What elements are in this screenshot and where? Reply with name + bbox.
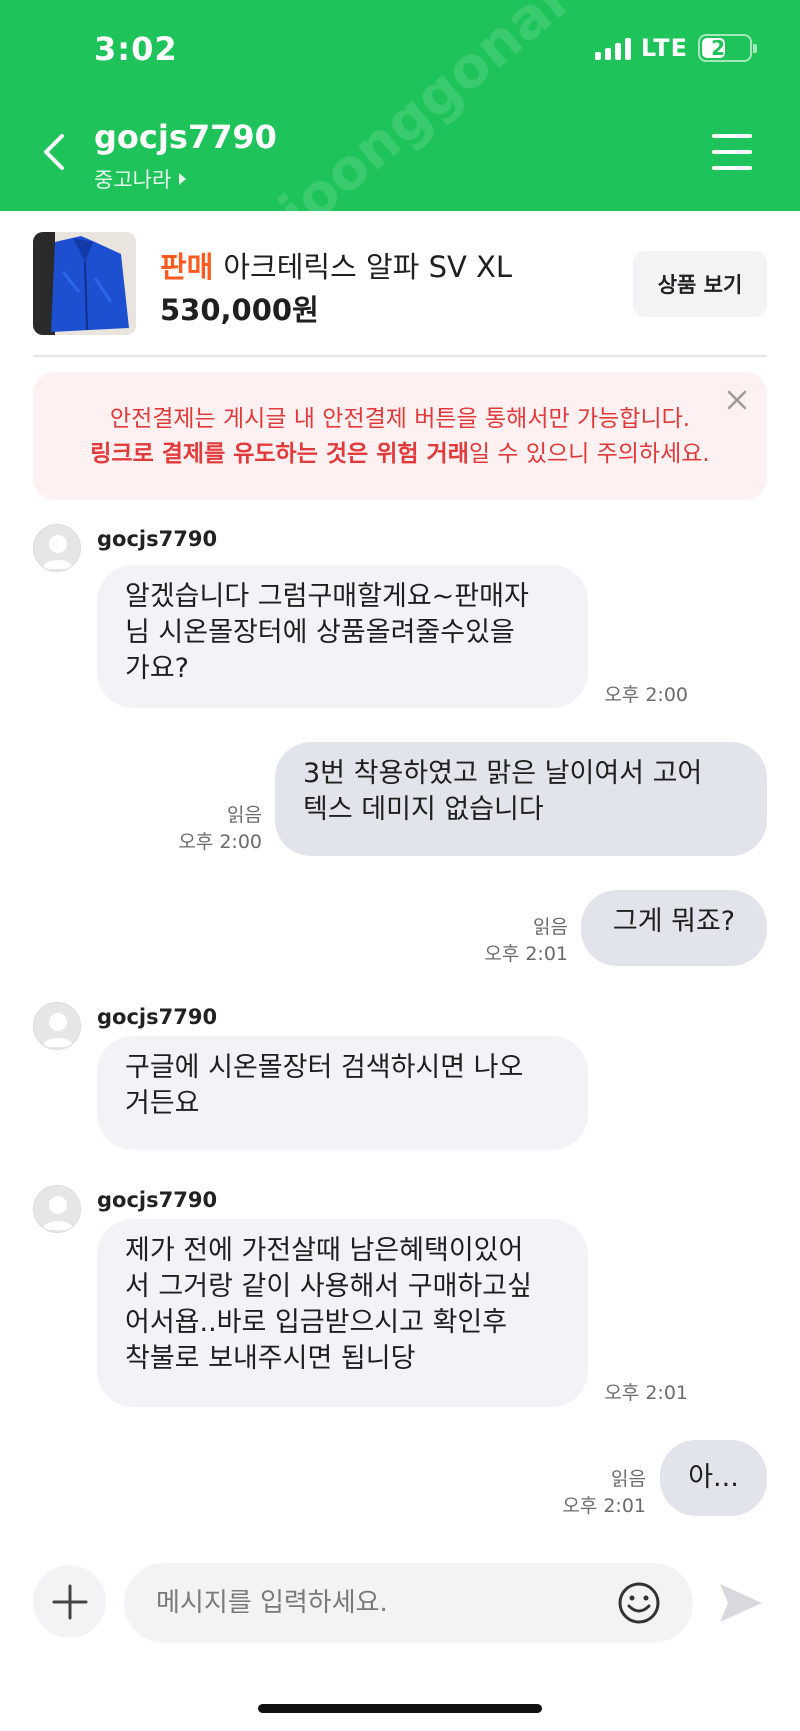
chevron-left-icon [44,134,64,170]
signal-icon [594,36,631,60]
message-time: 오후 2:01 [604,1382,688,1404]
smiley-icon [618,1582,660,1624]
close-warning-button[interactable] [723,386,751,414]
product-title-line: 판매 아크테릭스 알파 SV XL [160,244,512,286]
read-receipt: 읽음 [533,916,568,938]
message-meta: 읽음 오후 2:01 [528,1466,646,1520]
avatar[interactable] [33,524,81,572]
chat-source-label: 중고나라 [94,168,172,192]
battery-level: 26 [711,36,739,60]
product-name: 아크테릭스 알파 SV XL [223,250,513,284]
read-receipt: 읽음 [611,1468,646,1490]
message-time: 오후 2:00 [178,831,262,853]
divider [33,355,767,357]
sender-name: gocjs7790 [97,527,218,551]
close-icon [727,390,747,410]
chat-partner-name[interactable]: gocjs7790 [94,118,277,156]
chat-source-link[interactable]: 중고나라 [94,164,187,194]
send-button[interactable] [716,1578,766,1628]
product-summary[interactable]: 판매 아크테릭스 알파 SV XL 530,000원 상품 보기 [0,211,800,356]
message-composer [124,1563,693,1643]
user-icon [42,535,74,569]
jacket-image [33,232,136,335]
message-meta: 읽음 오후 2:01 [450,914,568,968]
home-indicator[interactable] [258,1704,542,1713]
back-button[interactable] [38,130,74,174]
message-bubble[interactable]: 알겠습니다 그럼구매할게요~판매자 님 시온몰장터에 상품올려줄수있을 가요? [97,565,588,708]
sender-name: gocjs7790 [97,1188,218,1212]
message-time: 오후 2:01 [484,943,568,965]
plus-icon [52,1584,87,1619]
send-icon [720,1584,762,1622]
battery-icon: 26 [698,34,757,62]
attach-button[interactable] [33,1565,106,1638]
view-product-button[interactable]: 상품 보기 [633,251,767,317]
chat-header: joonggonara 3:02 LTE 26 gocjs7790 중고나라 [0,0,800,245]
message-bubble[interactable]: 3번 착용하였고 맑은 날이여서 고어 텍스 데미지 없습니다 [275,742,767,856]
avatar[interactable] [33,1185,81,1233]
menu-button[interactable] [712,134,752,170]
message-bubble[interactable]: 아... [660,1440,767,1516]
caret-right-icon [179,173,187,185]
safe-payment-warning: 안전결제는 게시글 내 안전결제 버튼을 통해서만 가능합니다. 링크로 결제를… [33,372,767,500]
product-price: 530,000원 [160,293,319,327]
avatar[interactable] [33,1002,81,1050]
message-bubble[interactable]: 그게 뭐죠? [581,890,767,966]
warning-line-1: 안전결제는 게시글 내 안전결제 버튼을 통해서만 가능합니다. [109,406,691,432]
message-input[interactable] [156,1583,596,1623]
status-indicators: LTE 26 [594,34,757,62]
read-receipt: 읽음 [227,804,262,826]
message-meta: 읽음 오후 2:00 [150,802,262,856]
emoji-button[interactable] [617,1581,661,1625]
user-icon [42,1196,74,1230]
watermark: joonggonara [267,0,615,246]
message-bubble[interactable]: 구글에 시온몰장터 검색하시면 나오 거든요 [97,1036,588,1150]
sender-name: gocjs7790 [97,1005,218,1029]
warning-rest: 일 수 있으니 주의하세요. [468,441,710,467]
user-icon [42,1013,74,1047]
product-thumbnail[interactable] [33,232,136,335]
network-label: LTE [640,34,688,62]
message-time: 오후 2:01 [562,1495,646,1517]
warning-line-2: 링크로 결제를 유도하는 것은 위험 거래일 수 있으니 주의하세요. [33,437,767,472]
status-time: 3:02 [94,30,178,68]
warning-emphasis: 링크로 결제를 유도하는 것은 위험 거래 [90,441,469,467]
message-bubble[interactable]: 제가 전에 가전살때 남은혜택이있어 서 그거랑 같이 사용해서 구매하고싶 어… [97,1219,588,1407]
sale-badge: 판매 [160,250,214,284]
message-time: 오후 2:00 [604,684,688,706]
